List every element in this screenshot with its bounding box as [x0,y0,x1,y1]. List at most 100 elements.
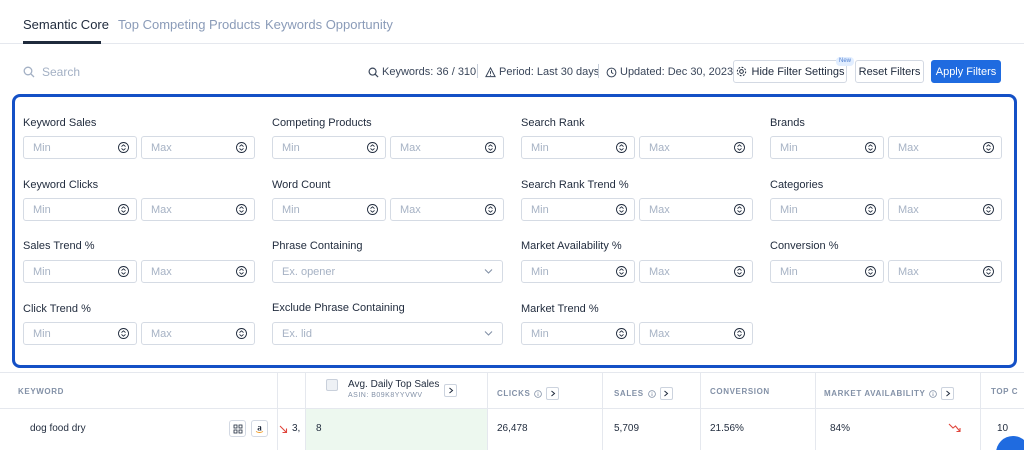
search-rank-max-input[interactable] [640,137,730,158]
spinner-icon[interactable] [485,204,496,215]
word-count-min-input[interactable] [273,199,363,220]
brands-max[interactable] [888,136,1002,159]
spinner-icon[interactable] [616,142,627,153]
table-row[interactable]: dog food dry a 3, 8 26,478 5,709 21.56% … [0,409,1024,450]
spinner-icon[interactable] [367,142,378,153]
search-rank-min-input[interactable] [522,137,612,158]
spinner-icon[interactable] [983,142,994,153]
spinner-icon[interactable] [118,266,129,277]
spinner-icon[interactable] [367,204,378,215]
conversion-min[interactable] [770,260,884,283]
market-trend-min[interactable] [521,322,635,345]
sales-trend-max[interactable] [141,260,255,283]
keyword-sales-min[interactable] [23,136,137,159]
tab-keywords-opportunity[interactable]: Keywords Opportunity [265,17,393,32]
spinner-icon[interactable] [485,142,496,153]
sales-trend-min-input[interactable] [24,261,114,282]
spinner-icon[interactable] [734,328,745,339]
spinner-icon[interactable] [118,204,129,215]
categories-min[interactable] [770,198,884,221]
market-trend-max-input[interactable] [640,323,730,344]
search-rank-trend-min-input[interactable] [522,199,612,220]
spinner-icon[interactable] [236,204,247,215]
market-availability-min[interactable] [521,260,635,283]
keyword-tool-icon[interactable] [229,420,246,437]
spinner-icon[interactable] [865,204,876,215]
apply-filters-button[interactable]: Apply Filters [931,60,1001,83]
spinner-icon[interactable] [983,266,994,277]
word-count-min[interactable] [272,198,386,221]
click-trend-min[interactable] [23,322,137,345]
market-availability-min-input[interactable] [522,261,612,282]
spinner-icon[interactable] [734,204,745,215]
spinner-icon[interactable] [865,266,876,277]
spinner-icon[interactable] [118,142,129,153]
tab-semantic-core[interactable]: Semantic Core [23,17,109,32]
column-top[interactable]: TOP C [991,387,1018,396]
search-rank-max[interactable] [639,136,753,159]
click-trend-max-input[interactable] [142,323,232,344]
column-conversion[interactable]: CONVERSION [710,387,770,396]
categories-max-input[interactable] [889,199,979,220]
sales-trend-min[interactable] [23,260,137,283]
word-count-max[interactable] [390,198,504,221]
click-trend-max[interactable] [141,322,255,345]
exclude-phrase-input[interactable] [273,323,473,344]
column-keyword[interactable]: KEYWORD [18,387,64,396]
column-sales[interactable]: SALES [614,387,673,400]
keyword-sales-max-input[interactable] [142,137,232,158]
spinner-icon[interactable] [616,204,627,215]
tab-top-competing-products[interactable]: Top Competing Products [118,17,260,32]
market-trend-min-input[interactable] [522,323,612,344]
keyword-sales-min-input[interactable] [24,137,114,158]
brands-max-input[interactable] [889,137,979,158]
spinner-icon[interactable] [236,266,247,277]
phrase-containing-input[interactable] [273,261,473,282]
search-rank-min[interactable] [521,136,635,159]
spinner-icon[interactable] [734,266,745,277]
spinner-icon[interactable] [236,328,247,339]
competing-products-min-input[interactable] [273,137,363,158]
spinner-icon[interactable] [734,142,745,153]
search-input[interactable] [42,62,242,82]
spinner-icon[interactable] [983,204,994,215]
click-trend-min-input[interactable] [24,323,114,344]
market-trend-max[interactable] [639,322,753,345]
conversion-min-input[interactable] [771,261,861,282]
column-clicks[interactable]: CLICKS [497,387,560,400]
word-count-max-input[interactable] [391,199,481,220]
conversion-max[interactable] [888,260,1002,283]
amazon-icon[interactable]: a [251,420,268,437]
categories-min-input[interactable] [771,199,861,220]
competing-products-min[interactable] [272,136,386,159]
exclude-phrase-select[interactable] [272,322,503,345]
competing-products-max-input[interactable] [391,137,481,158]
keyword-clicks-min[interactable] [23,198,137,221]
spinner-icon[interactable] [118,328,129,339]
conversion-max-input[interactable] [889,261,979,282]
reset-filters-button[interactable]: Reset Filters [855,60,924,83]
phrase-containing-select[interactable] [272,260,503,283]
expand-column-button[interactable] [941,387,955,400]
market-availability-max[interactable] [639,260,753,283]
spinner-icon[interactable] [616,266,627,277]
categories-max[interactable] [888,198,1002,221]
keyword-clicks-max[interactable] [141,198,255,221]
keyword-clicks-min-input[interactable] [24,199,114,220]
column-market-availability[interactable]: MARKET AVAILABILITY [824,387,955,400]
search-rank-trend-max-input[interactable] [640,199,730,220]
expand-column-button[interactable] [444,384,457,397]
spinner-icon[interactable] [236,142,247,153]
spinner-icon[interactable] [865,142,876,153]
column-avg-daily-top-sales[interactable]: Avg. Daily Top Sales [348,379,439,390]
brands-min[interactable] [770,136,884,159]
market-availability-max-input[interactable] [640,261,730,282]
keyword-sales-max[interactable] [141,136,255,159]
search-rank-trend-min[interactable] [521,198,635,221]
hide-filter-settings-button[interactable]: Hide Filter Settings [733,60,847,83]
competing-products-max[interactable] [390,136,504,159]
search-rank-trend-max[interactable] [639,198,753,221]
expand-column-button[interactable] [546,387,560,400]
spinner-icon[interactable] [616,328,627,339]
sales-trend-max-input[interactable] [142,261,232,282]
